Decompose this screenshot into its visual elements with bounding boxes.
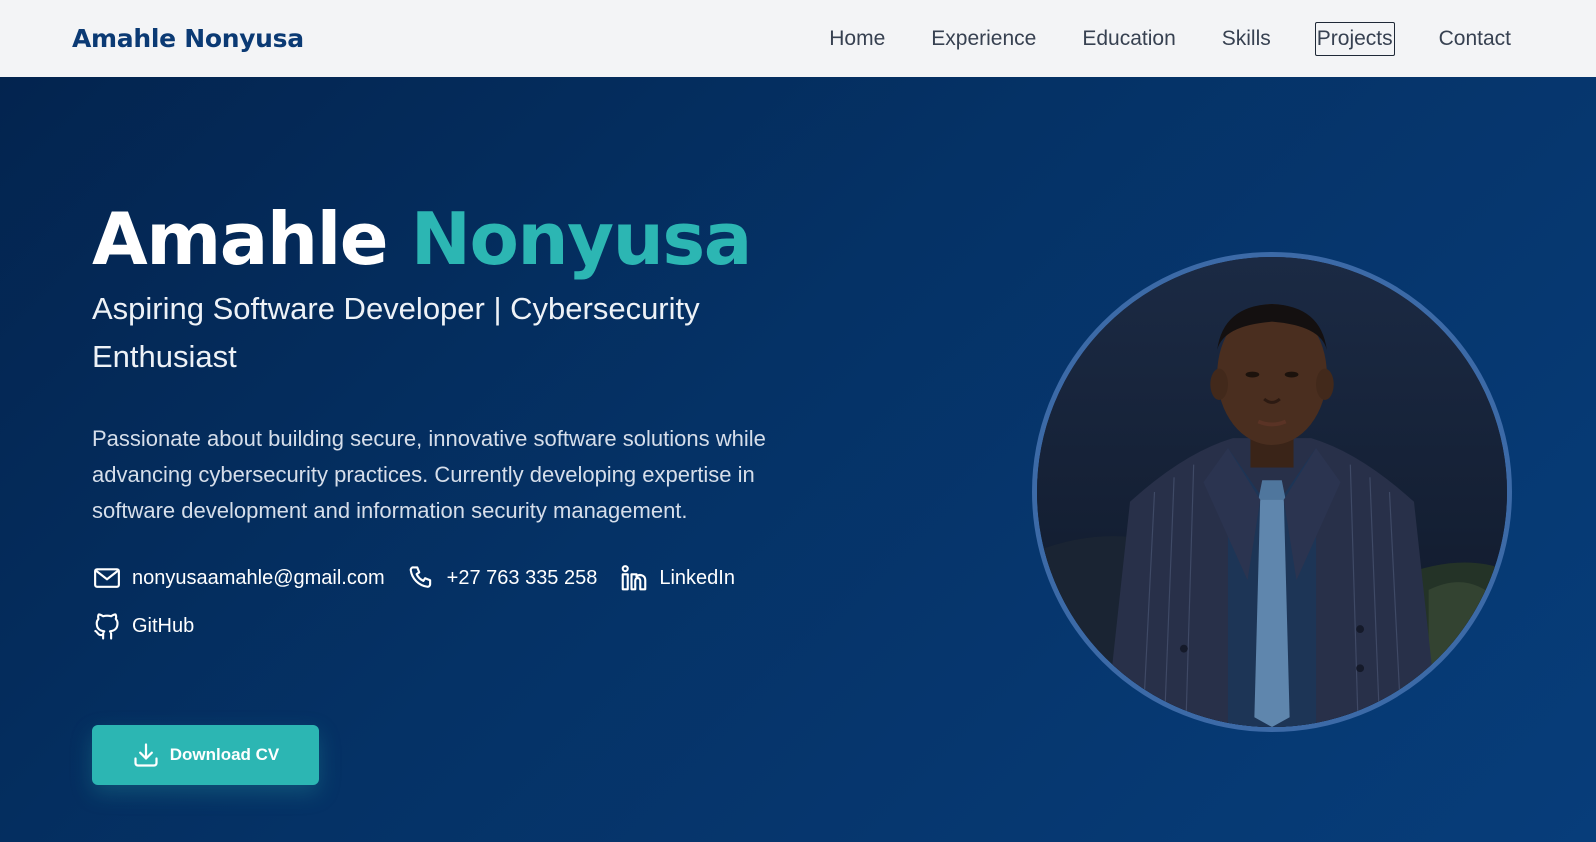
phone-icon [409, 566, 431, 588]
nav-link-home[interactable]: Home [827, 22, 887, 56]
navbar: Amahle Nonyusa Home Experience Education… [0, 0, 1596, 77]
hero-subtitle: Aspiring Software Developer | Cybersecur… [92, 291, 700, 374]
hero-name: Amahle Nonyusa [92, 197, 812, 281]
mail-icon [94, 568, 120, 588]
nav-links: Home Experience Education Skills Project… [808, 0, 1532, 77]
nav-link-projects[interactable]: Projects [1314, 21, 1395, 56]
contact-links: nonyusaamahle@gmail.com +27 763 335 258 … [92, 563, 812, 641]
nav-link-experience[interactable]: Experience [929, 22, 1038, 56]
github-label: GitHub [132, 614, 195, 637]
email-link[interactable]: nonyusaamahle@gmail.com [92, 563, 385, 593]
github-link[interactable]: GitHub [92, 611, 194, 641]
hero-text: Amahle Nonyusa Aspiring Software Develop… [92, 197, 812, 641]
nav-link-education[interactable]: Education [1080, 22, 1177, 56]
hero-section: Amahle Nonyusa Aspiring Software Develop… [0, 77, 1596, 842]
download-icon [134, 743, 158, 767]
hero-last-name: Nonyusa [410, 197, 753, 281]
phone-label: +27 763 335 258 [446, 566, 598, 589]
nav-link-contact[interactable]: Contact [1437, 22, 1513, 56]
linkedin-link[interactable]: LinkedIn [619, 563, 735, 593]
github-icon [94, 613, 119, 640]
phone-link[interactable]: +27 763 335 258 [407, 563, 598, 593]
brand-logo[interactable]: Amahle Nonyusa [72, 0, 304, 77]
download-cv-button[interactable]: Download CV [92, 725, 319, 785]
profile-portrait-image [1037, 257, 1507, 727]
linkedin-icon [622, 565, 647, 591]
hero-description: Passionate about building secure, innova… [92, 426, 766, 523]
download-cv-label: Download CV [169, 745, 280, 764]
profile-photo [1032, 252, 1512, 732]
nav-link-skills[interactable]: Skills [1220, 22, 1273, 56]
linkedin-label: LinkedIn [659, 566, 735, 589]
email-label: nonyusaamahle@gmail.com [132, 566, 385, 589]
hero-first-name: Amahle [92, 197, 389, 281]
